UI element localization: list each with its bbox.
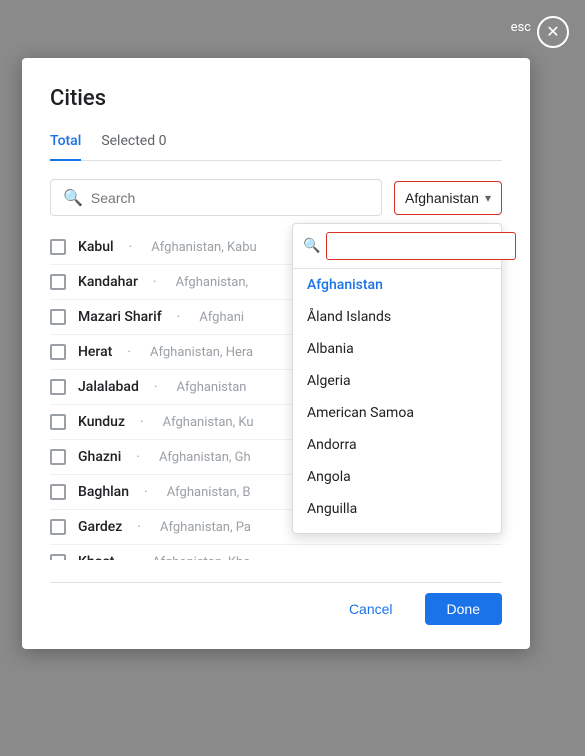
city-separator: · xyxy=(153,274,157,290)
country-list: Afghanistan Åland Islands Albania Algeri… xyxy=(293,269,501,529)
country-item-anguilla[interactable]: Anguilla xyxy=(293,493,501,525)
city-separator: · xyxy=(137,519,141,535)
city-separator: · xyxy=(154,379,158,395)
city-checkbox[interactable] xyxy=(50,414,66,430)
search-and-filter-row: 🔍 Afghanistan ▾ 🔍 Afghanistan Åland Isla… xyxy=(50,179,502,216)
chevron-down-icon: ▾ xyxy=(485,191,491,205)
dropdown-search-row: 🔍 xyxy=(293,224,501,269)
city-separator: · xyxy=(144,484,148,500)
close-icon: ✕ xyxy=(546,22,559,42)
city-subtitle: Afghanistan, Kabu xyxy=(151,240,256,255)
country-item-afghanistan[interactable]: Afghanistan xyxy=(293,269,501,301)
country-dropdown-button[interactable]: Afghanistan ▾ xyxy=(394,181,502,215)
city-separator: · xyxy=(136,449,140,465)
city-name: Kabul xyxy=(78,239,114,255)
country-item-aland[interactable]: Åland Islands xyxy=(293,301,501,333)
dropdown-search-icon: 🔍 xyxy=(303,238,320,254)
search-box: 🔍 xyxy=(50,179,382,216)
modal-footer: Cancel Done xyxy=(50,582,502,625)
modal-title: Cities xyxy=(50,86,502,111)
city-subtitle: Afghanistan, B xyxy=(167,485,251,500)
city-subtitle: Afghanistan, Pa xyxy=(160,520,251,535)
country-item-american-samoa[interactable]: American Samoa xyxy=(293,397,501,429)
search-input[interactable] xyxy=(91,190,369,206)
tab-total[interactable]: Total xyxy=(50,127,81,161)
country-item-antarctica[interactable]: Antarctica xyxy=(293,525,501,529)
city-subtitle: Afghanistan xyxy=(177,380,247,395)
city-subtitle: Afghanistan, Ku xyxy=(163,415,254,430)
city-subtitle: Afghanistan, xyxy=(176,275,249,290)
city-name: Ghazni xyxy=(78,449,121,465)
cancel-button[interactable]: Cancel xyxy=(333,593,409,625)
dropdown-search-input[interactable] xyxy=(326,232,516,260)
city-checkbox[interactable] xyxy=(50,449,66,465)
country-dropdown-label: Afghanistan xyxy=(405,190,479,206)
city-name: Mazari Sharif xyxy=(78,309,162,325)
city-name: Kunduz xyxy=(78,414,125,430)
city-checkbox[interactable] xyxy=(50,554,66,560)
city-name: Kandahar xyxy=(78,274,138,290)
city-checkbox[interactable] xyxy=(50,484,66,500)
esc-label: esc xyxy=(511,20,531,35)
city-name: Khost xyxy=(78,554,114,560)
search-icon: 🔍 xyxy=(63,188,83,207)
city-subtitle: Afghani xyxy=(199,310,244,325)
modal-dialog: Cities Total Selected 0 🔍 Afghanistan ▾ … xyxy=(22,58,530,649)
city-name: Jalalabad xyxy=(78,379,139,395)
country-item-andorra[interactable]: Andorra xyxy=(293,429,501,461)
city-checkbox[interactable] xyxy=(50,519,66,535)
city-checkbox[interactable] xyxy=(50,344,66,360)
city-separator: · xyxy=(129,554,133,560)
done-button[interactable]: Done xyxy=(425,593,502,625)
country-dropdown-popup: 🔍 Afghanistan Åland Islands Albania Alge… xyxy=(292,223,502,534)
city-separator: · xyxy=(127,344,131,360)
city-checkbox[interactable] xyxy=(50,379,66,395)
tabs-row: Total Selected 0 xyxy=(50,127,502,161)
close-button[interactable]: ✕ xyxy=(537,16,569,48)
tab-selected[interactable]: Selected 0 xyxy=(101,127,166,161)
city-subtitle: Afghanistan, Kho xyxy=(152,555,250,561)
country-item-albania[interactable]: Albania xyxy=(293,333,501,365)
city-row: Khost · Afghanistan, Kho xyxy=(50,545,502,560)
city-checkbox[interactable] xyxy=(50,239,66,255)
city-name: Gardez xyxy=(78,519,122,535)
city-name: Baghlan xyxy=(78,484,129,500)
city-subtitle: Afghanistan, Gh xyxy=(159,450,251,465)
city-separator: · xyxy=(129,239,133,255)
country-item-angola[interactable]: Angola xyxy=(293,461,501,493)
city-name: Herat xyxy=(78,344,112,360)
city-separator: · xyxy=(177,309,181,325)
city-subtitle: Afghanistan, Hera xyxy=(150,345,253,360)
city-checkbox[interactable] xyxy=(50,274,66,290)
city-checkbox[interactable] xyxy=(50,309,66,325)
country-item-algeria[interactable]: Algeria xyxy=(293,365,501,397)
city-separator: · xyxy=(140,414,144,430)
